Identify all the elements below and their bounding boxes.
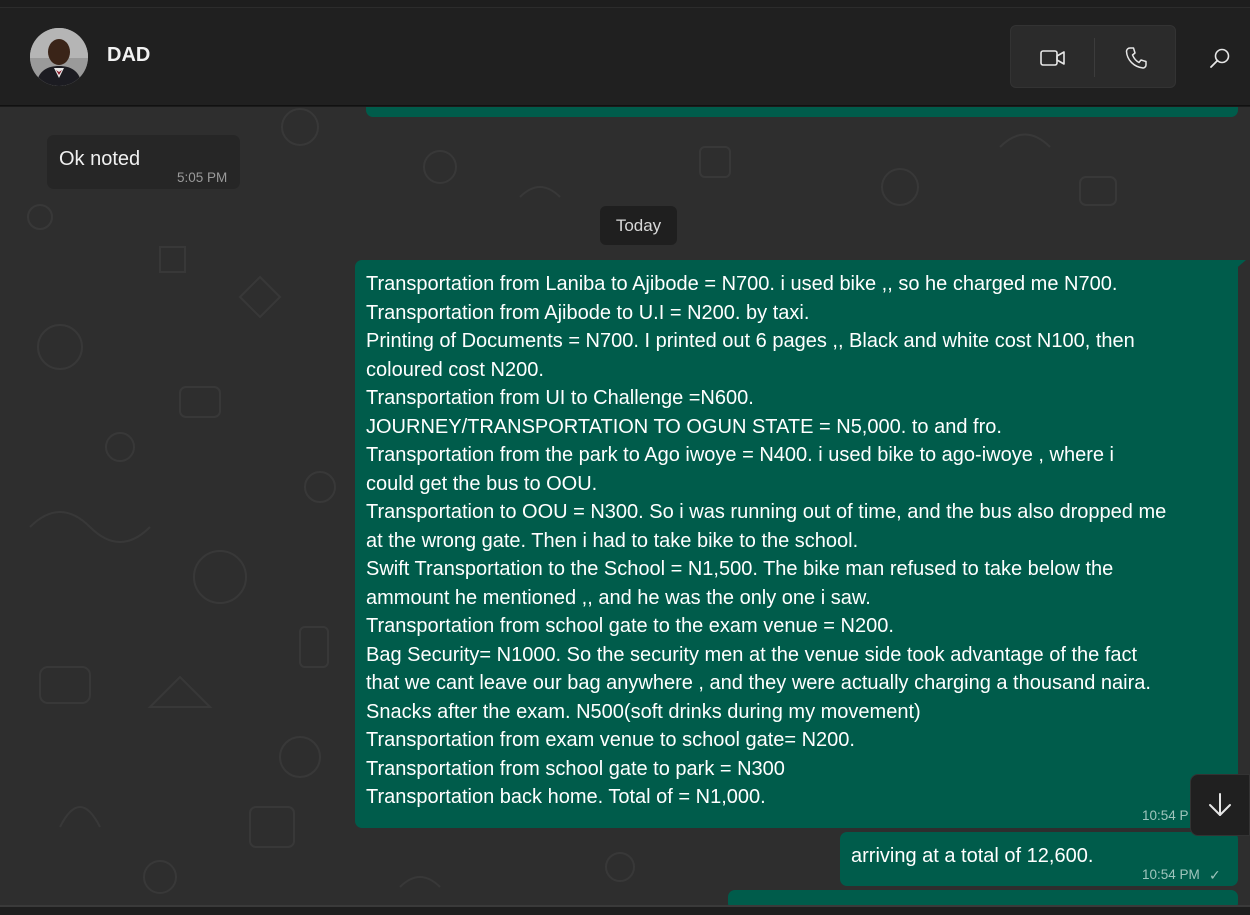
search-icon (1210, 48, 1230, 68)
message-line: Transportation from school gate to park … (366, 757, 785, 780)
phone-icon (1125, 46, 1147, 69)
window-bottom-strip (0, 905, 1250, 915)
message-text: arriving at a total of 12,600. (851, 845, 1094, 867)
message-line: Transportation from school gate to the e… (366, 615, 894, 637)
bubble-tail (1232, 260, 1246, 272)
message-line: Transportation to OOU = N300. So i was r… (366, 501, 1167, 523)
call-button-group (1010, 25, 1176, 88)
arrow-down-icon (1209, 793, 1231, 816)
window-top-strip (0, 0, 1250, 8)
outgoing-message[interactable]: arriving at a total of 12,600. 10:54 PM … (840, 832, 1238, 886)
video-camera-icon (1039, 49, 1065, 66)
contact-avatar[interactable] (30, 28, 88, 86)
conversation-pane[interactable]: Ok noted 5:05 PM Today Transportation fr… (0, 107, 1250, 905)
message-line: Transportation from the park to Ago iwoy… (366, 444, 1114, 466)
message-line: Transportation from UI to Challenge =N60… (366, 387, 754, 409)
incoming-message[interactable]: Ok noted 5:05 PM (47, 135, 240, 189)
message-line: Swift Transportation to the School = N1,… (366, 558, 1114, 580)
message-time: 5:05 PM (177, 170, 228, 185)
message-line: at the wrong gate. Then i had to take bi… (366, 529, 859, 552)
message-line: coloured cost N200. (366, 358, 544, 381)
message-time: 10:54 P (1142, 808, 1189, 823)
message-line: Printing of Documents = N700. I printed … (366, 330, 1135, 352)
message-line: could get the bus to OOU. (366, 472, 598, 495)
message-time: 10:54 PM (1142, 867, 1200, 882)
scroll-to-bottom-button[interactable] (1190, 774, 1250, 836)
message-line: Transportation from exam venue to school… (366, 729, 855, 751)
message-line: JOURNEY/TRANSPORTATION TO OGUN STATE = N… (366, 415, 1002, 438)
search-button[interactable] (1200, 38, 1240, 78)
message-line: Transportation from Laniba to Ajibode = … (366, 273, 1118, 295)
date-divider: Today (600, 206, 677, 245)
video-call-button[interactable] (1011, 26, 1094, 89)
chat-header: DAD (0, 8, 1250, 106)
single-check-icon: ✓ (1209, 867, 1221, 883)
previous-message-fragment (366, 107, 1238, 117)
message-line: Transportation from Ajibode to U.I = N20… (366, 301, 810, 324)
message-text: Ok noted (59, 148, 141, 170)
message-line: that we cant leave our bag anywhere , an… (366, 672, 1151, 694)
message-line: ammount he mentioned ,, and he was the o… (366, 586, 871, 609)
message-line: Bag Security= N1000. So the security men… (366, 643, 1138, 666)
message-text: Transportation from Laniba to Ajibode = … (366, 270, 1228, 812)
message-line: Snacks after the exam. N500(soft drinks … (366, 700, 921, 723)
next-message-fragment (728, 890, 1238, 905)
voice-call-button[interactable] (1094, 26, 1177, 89)
outgoing-message[interactable]: Transportation from Laniba to Ajibode = … (355, 260, 1238, 828)
contact-name[interactable]: DAD (107, 44, 150, 67)
message-line: Transportation back home. Total of = N1,… (366, 786, 766, 808)
